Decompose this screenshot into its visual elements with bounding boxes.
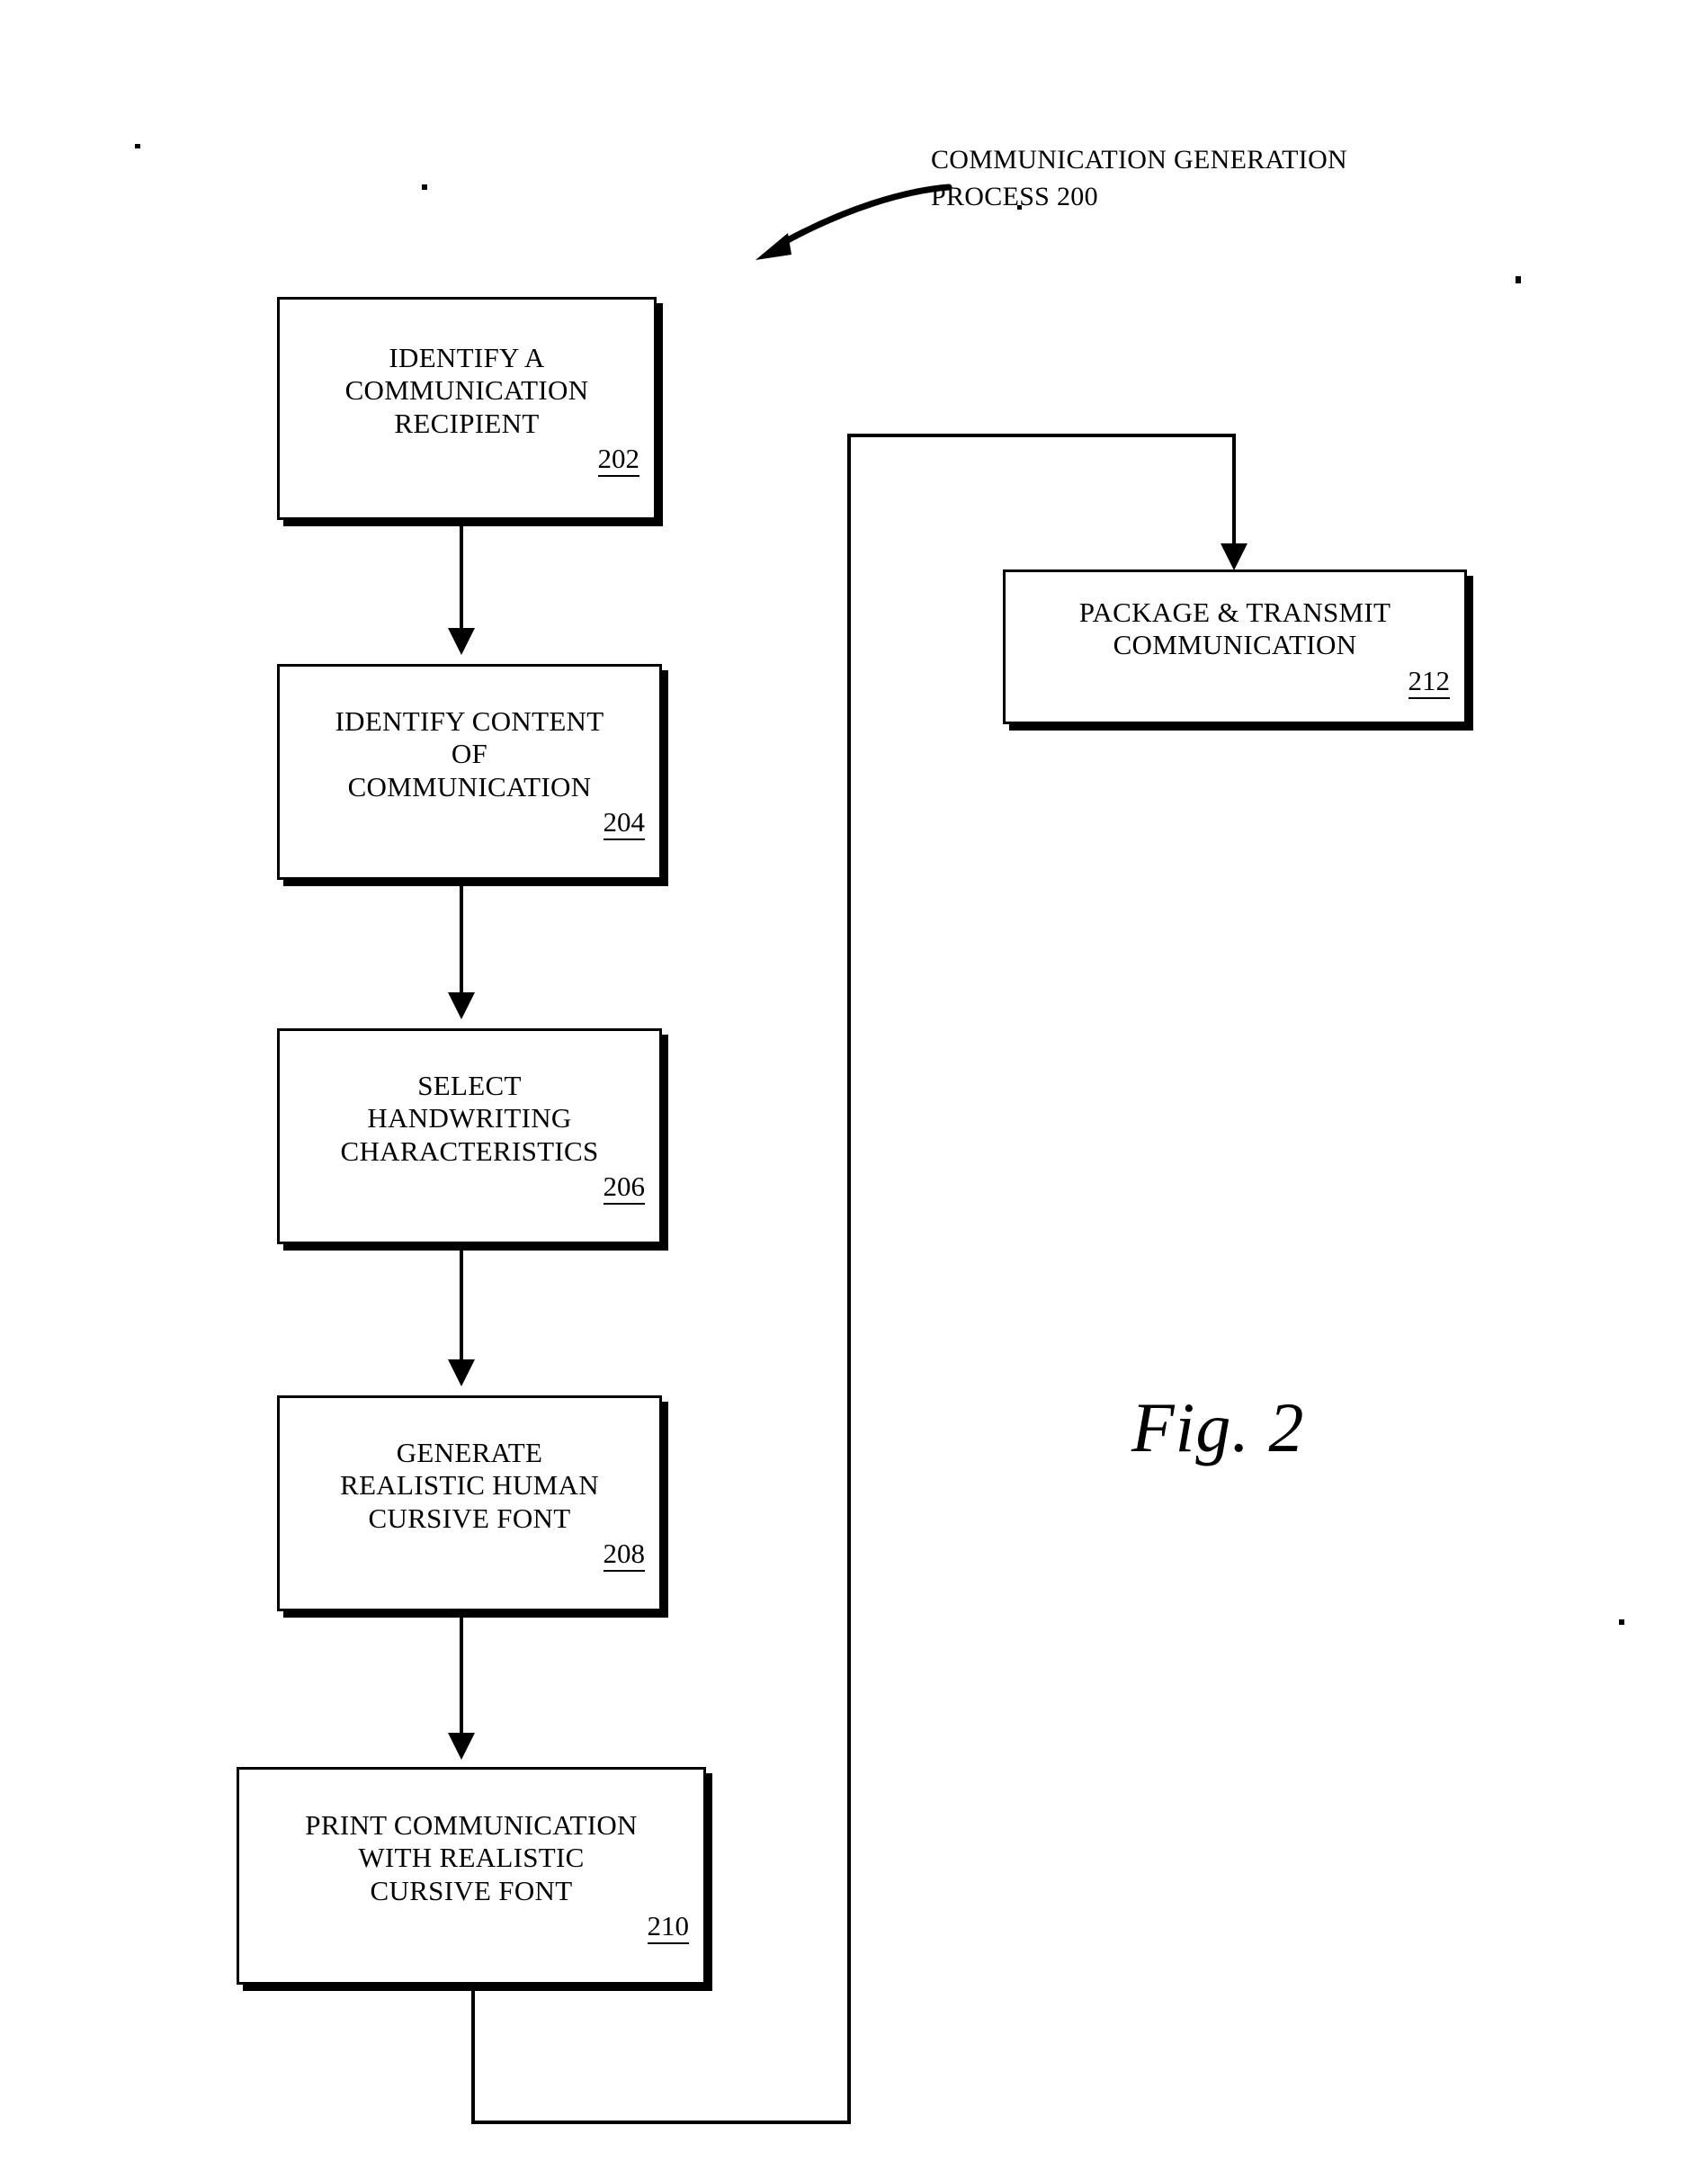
- flow-node-202: IDENTIFY A COMMUNICATION RECIPIENT 202: [277, 297, 657, 520]
- flow-node-206-text-line1: SELECT: [417, 1069, 522, 1101]
- connector-208-210-arrowhead: [448, 1733, 475, 1760]
- connector-210-212-segment-top: [847, 434, 1236, 437]
- flow-node-208-text-line3: CURSIVE FONT: [368, 1502, 571, 1534]
- flow-node-204-reference-numeral: 204: [283, 805, 650, 841]
- connector-210-212-segment-up: [847, 434, 851, 2124]
- flow-node-208-text-line1: GENERATE: [396, 1436, 543, 1468]
- flow-node-204-text-line1: IDENTIFY CONTENT: [335, 704, 604, 737]
- flow-node-206-text-line2: HANDWRITING: [367, 1102, 572, 1134]
- flow-node-202-reference-numeral: 202: [283, 442, 645, 478]
- flow-node-210-text-line1: PRINT COMMUNICATION: [305, 1808, 638, 1841]
- flow-node-212-text-line2: COMMUNICATION: [1113, 629, 1357, 661]
- connector-202-204-line: [460, 520, 463, 628]
- flow-node-204-text-line2: OF: [451, 738, 488, 770]
- connector-204-206-arrowhead: [448, 992, 475, 1019]
- scan-speck: [422, 184, 427, 190]
- flow-node-206-reference-numeral: 206: [283, 1170, 650, 1206]
- connector-204-206-line: [460, 880, 463, 992]
- flow-node-204: IDENTIFY CONTENT OF COMMUNICATION 204: [277, 664, 662, 880]
- callout-curved-arrow: [756, 184, 952, 260]
- flow-node-208-reference-numeral: 208: [283, 1537, 650, 1573]
- connector-206-208-line: [460, 1244, 463, 1359]
- process-callout-label: COMMUNICATION GENERATION PROCESS 200: [931, 145, 1348, 211]
- flow-node-206-text-line3: CHARACTERISTICS: [340, 1134, 599, 1167]
- flow-node-210-text-line3: CURSIVE FONT: [370, 1874, 573, 1906]
- flow-node-202-text-line3: RECIPIENT: [394, 407, 540, 439]
- flow-node-210-reference-numeral: 210: [243, 1909, 694, 1945]
- flow-node-204-text-line3: COMMUNICATION: [347, 770, 592, 803]
- flow-node-202-text-line1: IDENTIFY A: [389, 341, 545, 373]
- flow-node-206: SELECT HANDWRITING CHARACTERISTICS 206: [277, 1028, 662, 1244]
- flow-node-208-text-line2: REALISTIC HUMAN: [340, 1469, 599, 1502]
- scan-speck: [1516, 276, 1521, 283]
- scan-speck: [1619, 1619, 1624, 1625]
- connector-210-212-arrowhead: [1221, 543, 1247, 570]
- flow-node-212-text-line1: PACKAGE & TRANSMIT: [1078, 596, 1391, 628]
- flow-node-212: PACKAGE & TRANSMIT COMMUNICATION 212: [1003, 569, 1467, 724]
- patent-figure-page: COMMUNICATION GENERATION PROCESS 200 IDE…: [0, 0, 1708, 2170]
- scan-speck: [135, 144, 140, 148]
- flow-node-202-text-line2: COMMUNICATION: [344, 374, 589, 407]
- flow-node-212-reference-numeral: 212: [1009, 664, 1455, 699]
- connector-210-212-segment-down: [471, 1985, 475, 2124]
- flow-node-210: PRINT COMMUNICATION WITH REALISTIC CURSI…: [237, 1767, 706, 1985]
- flow-node-210-text-line2: WITH REALISTIC: [358, 1842, 585, 1874]
- connector-210-212-segment-into-212: [1232, 434, 1236, 543]
- flow-node-208: GENERATE REALISTIC HUMAN CURSIVE FONT 20…: [277, 1395, 662, 1611]
- connector-206-208-arrowhead: [448, 1359, 475, 1386]
- connector-202-204-arrowhead: [448, 628, 475, 655]
- connector-210-212-segment-bottom: [471, 2121, 851, 2124]
- connector-208-210-line: [460, 1611, 463, 1733]
- figure-label: Fig. 2: [1131, 1388, 1305, 1466]
